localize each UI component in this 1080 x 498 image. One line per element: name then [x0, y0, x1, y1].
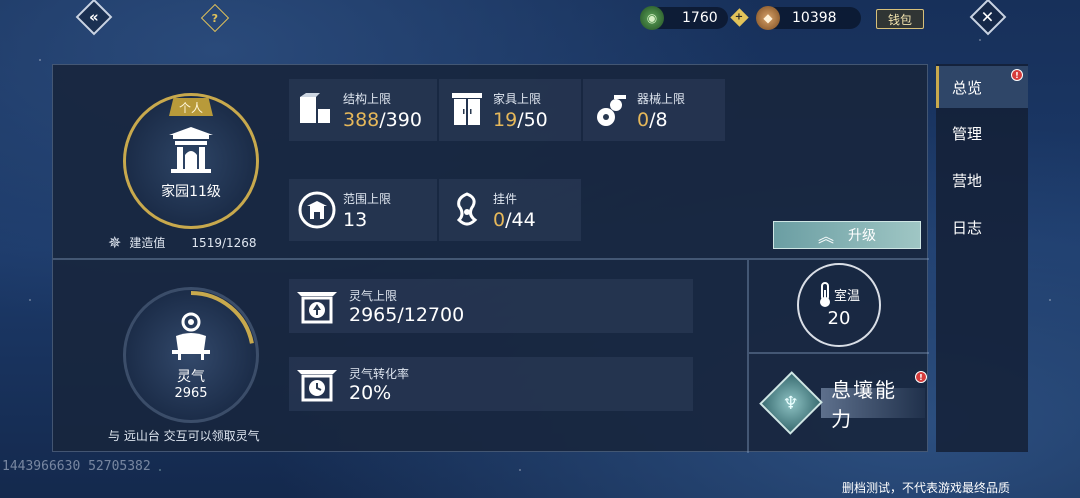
structure-label: 结构上限 — [343, 91, 392, 106]
pendant-label: 挂件 — [493, 191, 518, 206]
machine-current: 0 — [637, 108, 650, 131]
structure-current: 388 — [343, 108, 380, 131]
tab-log[interactable]: 日志 — [936, 206, 1028, 248]
spirit-cap-value: 2965/12700 — [349, 303, 465, 326]
thermometer-icon — [819, 281, 830, 307]
add-currency-button[interactable]: + — [730, 8, 749, 27]
pendant-card: 挂件 0/44 — [439, 179, 581, 241]
wallet-button[interactable]: 钱包 — [876, 9, 924, 29]
upgrade-button[interactable]: ︽ 升级 — [773, 221, 921, 249]
furniture-label: 家具上限 — [493, 91, 542, 106]
blocks-icon — [297, 90, 337, 130]
machine-icon — [591, 90, 631, 130]
spirit-rate-card: 灵气转化率 20% — [289, 357, 693, 411]
bean-amount: 10398 — [792, 10, 837, 26]
spirit-rate-value: 20% — [349, 381, 392, 404]
divider — [747, 260, 749, 453]
snowflake-gear-icon: ✵ — [108, 233, 122, 252]
home-level-label: 家园11级 — [161, 184, 221, 200]
jade-amount: 1760 — [682, 10, 718, 26]
bean-currency: ◆ 10398 — [756, 6, 861, 30]
spirit-cap-label: 灵气上限 — [349, 288, 398, 303]
machine-max: /8 — [649, 108, 668, 131]
tab-camp[interactable]: 营地 — [936, 159, 1028, 201]
pendant-current: 0 — [493, 208, 506, 231]
range-limit-card: 范围上限 13 — [289, 179, 437, 241]
test-disclaimer: 删档测试，不代表游戏最终品质 — [842, 481, 1011, 495]
plus-icon: + — [735, 11, 744, 23]
help-button[interactable]: ? — [200, 3, 230, 33]
side-tabs: 总览 ! 管理 营地 日志 — [936, 64, 1028, 452]
double-chevron-up-icon: ︽ — [817, 227, 834, 246]
tab-overview-label: 总览 — [952, 78, 983, 97]
spirit-rate-icon — [297, 370, 337, 402]
machine-label: 器械上限 — [637, 91, 686, 106]
tab-camp-label: 营地 — [952, 171, 983, 190]
spirit-progress-ring — [190, 291, 254, 344]
ability-label: 息壤能力 — [821, 378, 925, 431]
build-label: 建造值 — [129, 236, 166, 250]
spirit-hint-text: 与 远山台 交互可以领取灵气 — [108, 429, 260, 443]
tab-log-label: 日志 — [952, 218, 983, 237]
chevron-left-icon: « — [89, 7, 99, 26]
homestead-overview-panel: 家园11级 个人 ✵ 建造值 1519/1268 结构上限 388/390 家具… — [52, 64, 929, 453]
player-id-watermark: 1443966630 52705382 — [2, 459, 151, 474]
jade-coin-icon: ◉ — [640, 6, 664, 30]
close-button[interactable]: ✕ — [968, 0, 1008, 36]
top-bar: « ? ◉ 1760 + ◆ 10398 钱包 ✕ — [0, 0, 1080, 36]
build-value: 1519/1268 — [191, 235, 257, 250]
personal-tag: 个人 — [169, 98, 213, 116]
ability-figure-icon: ♆ — [782, 392, 800, 414]
furniture-limit-card: 家具上限 19/50 — [439, 79, 581, 141]
structure-max: /390 — [379, 108, 422, 131]
spirit-emblem[interactable]: 灵气 2965 — [123, 287, 259, 423]
ability-alert-icon: ! — [915, 371, 927, 383]
divider — [53, 258, 929, 260]
spirit-cap-icon — [297, 292, 337, 324]
back-button[interactable]: « — [72, 0, 116, 36]
overview-alert-icon: ! — [1011, 69, 1023, 81]
close-icon: ✕ — [981, 7, 995, 27]
range-label: 范围上限 — [343, 191, 392, 206]
furniture-max: /50 — [517, 108, 548, 131]
range-value: 13 — [343, 208, 368, 231]
pavilion-icon — [169, 127, 213, 173]
temperature-value: 20 — [827, 307, 851, 329]
range-icon — [297, 190, 337, 230]
wardrobe-icon — [447, 90, 487, 130]
tab-manage[interactable]: 管理 — [936, 112, 1028, 154]
spirit-cap-card: 灵气上限 2965/12700 — [289, 279, 693, 333]
build-value-row: ✵ 建造值 1519/1268 — [108, 233, 257, 252]
xirang-ability-button[interactable]: ♆ 息壤能力 — [757, 370, 925, 436]
room-temperature[interactable]: 室温 20 — [797, 263, 881, 347]
jade-currency: ◉ 1760 — [640, 6, 728, 30]
furniture-current: 19 — [493, 108, 518, 131]
pendant-max: /44 — [505, 208, 536, 231]
structure-limit-card: 结构上限 388/390 — [289, 79, 437, 141]
bean-coin-icon: ◆ — [756, 6, 780, 30]
temperature-label: 室温 — [833, 289, 860, 304]
machine-limit-card: 器械上限 0/8 — [583, 79, 725, 141]
spirit-rate-label: 灵气转化率 — [349, 366, 410, 381]
pendant-icon — [447, 190, 487, 230]
divider — [749, 352, 929, 354]
question-icon: ? — [211, 11, 219, 25]
upgrade-label: 升级 — [848, 228, 876, 244]
tab-manage-label: 管理 — [952, 124, 983, 143]
